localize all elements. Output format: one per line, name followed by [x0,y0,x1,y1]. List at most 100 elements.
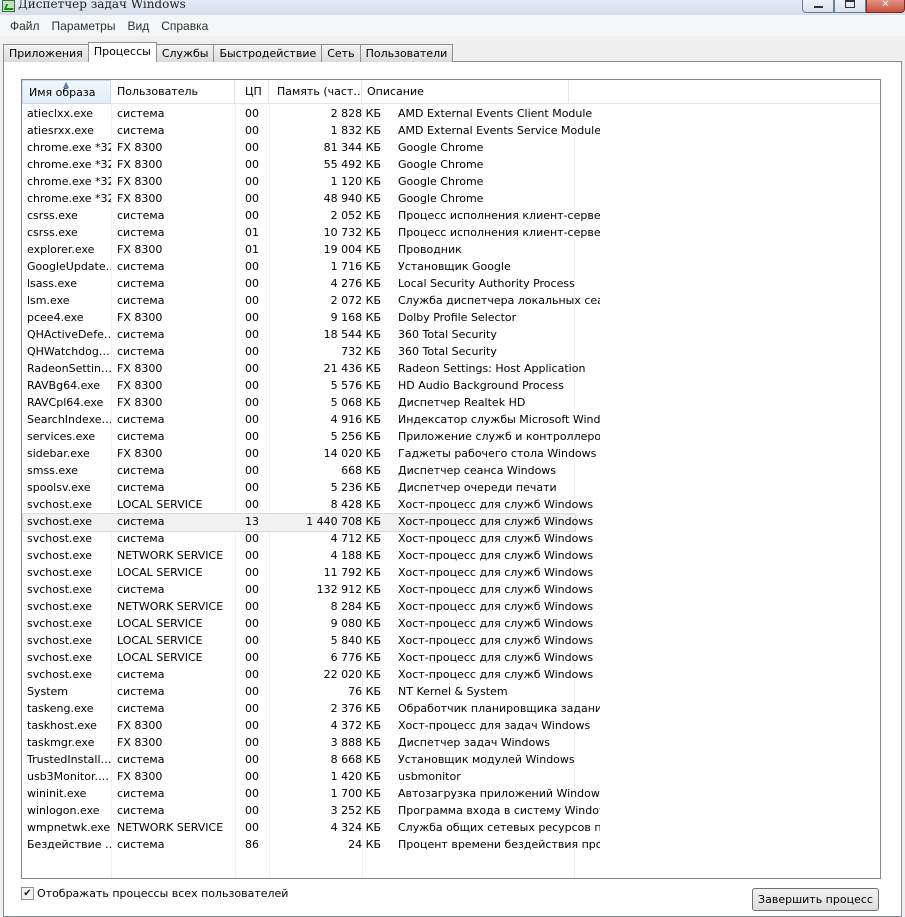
table-row[interactable]: chrome.exe *32 FX 8300 00 81 344 КБ Google C… [22,139,880,156]
table-row[interactable]: svchost.exe LOCAL SERVICE 00 8 428 КБ Хост-п… [22,496,880,513]
table-row[interactable]: RAVBg64.exe FX 8300 00 5 576 КБ HD Audio Bac… [22,377,880,394]
table-row[interactable]: svchost.exe LOCAL SERVICE 00 6 776 КБ Хост-п… [22,649,880,666]
process-user: система [117,753,165,766]
process-cpu: 00 [245,583,259,596]
table-row[interactable]: svchost.exe NETWORK SERVICE 00 8 284 КБ Хост… [22,598,880,615]
process-cpu: 00 [245,685,259,698]
process-name: spoolsv.exe [27,481,91,494]
process-description: Установщик модулей Windows [398,753,575,766]
menu-file[interactable]: Файл [4,19,46,33]
process-description: Диспетчер сеанса Windows [398,464,557,477]
table-row[interactable]: taskeng.exe система 00 2 376 КБ Обработчик п… [22,700,880,717]
table-row[interactable]: System система 00 76 КБ NT Kernel & System [22,683,880,700]
table-row[interactable]: svchost.exe NETWORK SERVICE 00 4 188 КБ Хост… [22,547,880,564]
process-description: Установщик Google [398,260,511,273]
table-row[interactable]: svchost.exe система 00 22 020 КБ Хост-процес… [22,666,880,683]
table-row[interactable]: chrome.exe *32 FX 8300 00 55 492 КБ Google C… [22,156,880,173]
table-row[interactable]: usb3Monitor.… FX 8300 00 1 420 КБ usbmonitor [22,768,880,785]
maximize-button[interactable] [834,0,866,13]
table-row[interactable]: wmpnetwk.exe NETWORK SERVICE 00 4 324 КБ Слу… [22,819,880,836]
process-list[interactable]: ▲ Имя образа Пользователь ЦП Память (час… [21,79,881,879]
table-row[interactable]: RAVCpl64.exe FX 8300 00 5 068 КБ Диспетчер R… [22,394,880,411]
menu-options[interactable]: Параметры [46,19,122,33]
table-row[interactable]: svchost.exe LOCAL SERVICE 00 11 792 КБ Хост-… [22,564,880,581]
process-description: HD Audio Background Process [398,379,564,392]
table-row[interactable]: QHWatchdog.… система 00 732 КБ 360 Total Sec… [22,343,880,360]
process-user: система [117,124,165,137]
column-header-user[interactable]: Пользователь [111,80,235,104]
process-memory: 1 832 КБ [330,124,381,137]
table-row[interactable]: GoogleUpdate… система 00 1 716 КБ Установщик… [22,258,880,275]
table-row[interactable]: lsass.exe система 00 4 276 КБ Local Security… [22,275,880,292]
process-memory: 5 576 КБ [330,379,381,392]
column-header-image-name[interactable]: ▲ Имя образа [22,80,111,104]
process-memory: 18 544 КБ [323,328,381,341]
column-header-cpu[interactable]: ЦП [235,80,269,104]
table-row[interactable]: chrome.exe *32 FX 8300 00 1 120 КБ Google Ch… [22,173,880,190]
process-user: FX 8300 [117,362,163,375]
table-row[interactable]: svchost.exe LOCAL SERVICE 00 9 080 КБ Хост-п… [22,615,880,632]
menu-view[interactable]: Вид [121,19,155,33]
table-row[interactable]: csrss.exe система 00 2 052 КБ Процесс исполн… [22,207,880,224]
table-row[interactable]: taskhost.exe FX 8300 00 4 372 КБ Хост-процес… [22,717,880,734]
table-row[interactable]: Бездействие … система 86 24 КБ Процент време… [22,836,880,853]
process-description: Хост-процесс для служб Windows [398,634,594,647]
process-description: Хост-процесс для задач Windows [398,719,591,732]
tab-networking[interactable]: Сеть [321,44,361,62]
process-description: Google Chrome [398,175,484,188]
show-all-users-checkbox[interactable]: ✔ [21,887,34,900]
process-cpu: 00 [245,141,259,154]
process-name: RAVCpl64.exe [27,396,104,409]
table-row[interactable]: svchost.exe система 00 4 712 КБ Хост-процесс… [22,530,880,547]
table-row[interactable]: TrustedInstall… система 00 8 668 КБ Установщ… [22,751,880,768]
end-process-button[interactable]: Завершить процесс [752,888,879,911]
table-row[interactable]: taskmgr.exe FX 8300 00 3 888 КБ Диспетчер за… [22,734,880,751]
process-user: система [117,464,165,477]
table-row[interactable]: explorer.exe FX 8300 01 19 004 КБ Проводник [22,241,880,258]
process-memory: 6 776 КБ [330,651,381,664]
column-header-description[interactable]: Описание [362,80,569,104]
table-row[interactable]: RadeonSettin… FX 8300 00 21 436 КБ Radeon Se… [22,360,880,377]
process-cpu: 00 [245,311,259,324]
table-row[interactable]: smss.exe система 00 668 КБ Диспетчер сеанса … [22,462,880,479]
column-header-empty [569,80,880,104]
table-row[interactable]: SearchIndexe… система 00 4 916 КБ Индексатор… [22,411,880,428]
process-cpu: 00 [245,413,259,426]
table-row[interactable]: sidebar.exe FX 8300 00 14 020 КБ Гаджеты раб… [22,445,880,462]
table-row[interactable]: atiesrxx.exe система 00 1 832 КБ AMD Externa… [22,122,880,139]
show-all-users-option[interactable]: ✔ Отображать процессы всех пользователей [21,887,288,900]
process-cpu: 00 [245,124,259,137]
tab-applications[interactable]: Приложения [3,44,89,62]
minimize-button[interactable] [802,0,834,13]
process-name: csrss.exe [27,209,78,222]
table-row[interactable]: csrss.exe система 01 10 732 КБ Процесс испол… [22,224,880,241]
table-row[interactable]: QHActiveDefe… система 00 18 544 КБ 360 Total… [22,326,880,343]
process-cpu: 00 [245,600,259,613]
tab-services[interactable]: Службы [155,44,215,62]
process-name: svchost.exe [27,498,93,511]
table-row[interactable]: lsm.exe система 00 2 072 КБ Служба диспетчер… [22,292,880,309]
process-name: lsass.exe [27,277,77,290]
table-row[interactable]: spoolsv.exe система 00 5 236 КБ Диспетчер оч… [22,479,880,496]
table-row[interactable]: svchost.exe LOCAL SERVICE 00 5 840 КБ Хост-п… [22,632,880,649]
process-name: taskhost.exe [27,719,97,732]
table-row[interactable]: chrome.exe *32 FX 8300 00 48 940 КБ Google C… [22,190,880,207]
tab-processes[interactable]: Процессы [87,42,157,62]
table-row[interactable]: atieclxx.exe система 00 2 828 КБ AMD Externa… [22,105,880,122]
close-button[interactable]: ✕ [866,0,905,13]
table-row[interactable]: svchost.exe система 13 1 440 708 КБ Хост-про… [22,513,880,532]
table-row[interactable]: winlogon.exe система 00 3 252 КБ Программа в… [22,802,880,819]
process-name: lsm.exe [27,294,70,307]
title-bar[interactable]: Диспетчер задач Windows ✕ [0,0,905,15]
process-user: LOCAL SERVICE [117,498,203,511]
menu-help[interactable]: Справка [155,19,214,33]
process-memory: 4 324 КБ [330,821,381,834]
process-cpu: 00 [245,566,259,579]
tab-performance[interactable]: Быстродействие [213,44,323,62]
tab-users[interactable]: Пользователи [359,44,454,62]
table-row[interactable]: pcee4.exe FX 8300 00 9 168 КБ Dolby Profile … [22,309,880,326]
table-row[interactable]: wininit.exe система 00 1 700 КБ Автозагрузка… [22,785,880,802]
table-row[interactable]: svchost.exe система 00 132 912 КБ Хост-проце… [22,581,880,598]
table-row[interactable]: services.exe система 00 5 256 КБ Приложение … [22,428,880,445]
column-header-memory[interactable]: Память (част… [269,80,362,104]
